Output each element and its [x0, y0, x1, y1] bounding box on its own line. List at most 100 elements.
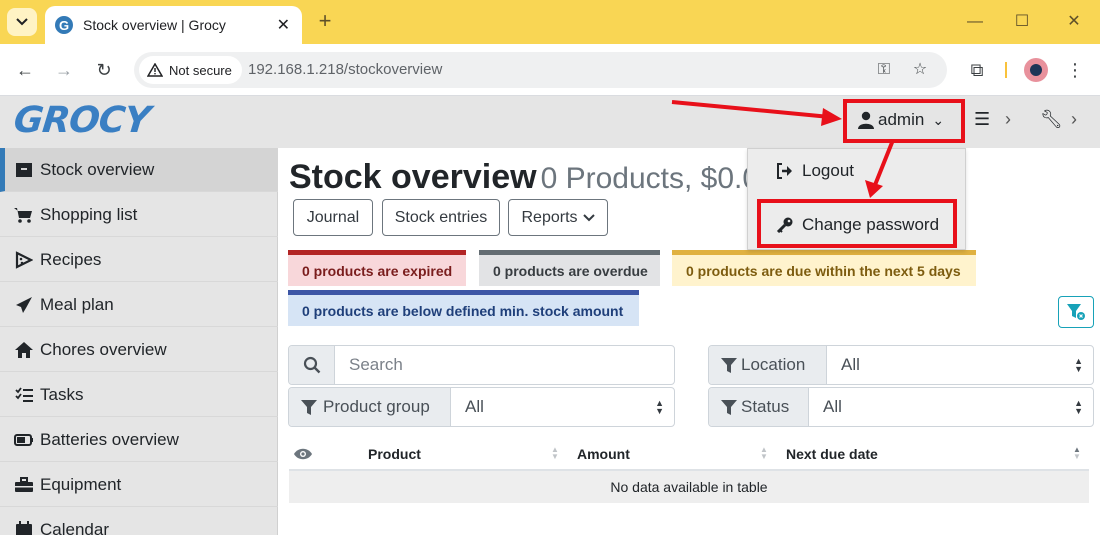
sidebar-item-shopping-list[interactable]: Shopping list [0, 193, 278, 237]
minimize-icon[interactable]: — [965, 12, 985, 32]
sidebar-item-recipes[interactable]: Recipes [0, 238, 278, 282]
battery-icon [14, 431, 34, 449]
kebab-menu-icon[interactable]: ⋮ [1063, 58, 1087, 82]
filter-icon [721, 399, 737, 415]
column-header-amount[interactable]: Amount [577, 436, 630, 471]
main-content: Stock overview 0 Products, $0.0 Journal S… [279, 148, 1100, 535]
back-arrow-icon[interactable]: ← [13, 58, 37, 82]
sidebar-item-tasks[interactable]: Tasks [0, 373, 278, 417]
column-header-product[interactable]: Product [368, 436, 421, 471]
calendar-icon [14, 520, 34, 535]
profile-avatar[interactable] [1024, 58, 1048, 82]
sidebar-item-stock-overview[interactable]: Stock overview [0, 148, 278, 192]
sort-icon: ▲ ▼ [760, 445, 768, 461]
maximize-icon[interactable]: ☐ [1012, 12, 1032, 32]
expired-notice[interactable]: 0 products are expired [288, 250, 466, 286]
window-close-icon[interactable]: ✕ [1064, 12, 1084, 32]
column-header-next-due-date[interactable]: Next due date [786, 436, 878, 471]
select-arrows-icon: ▲ ▼ [1074, 398, 1083, 416]
box-icon [14, 161, 34, 179]
browser-tab[interactable]: G Stock overview | Grocy ✕ [45, 6, 302, 44]
location-filter-label: Location [709, 346, 827, 384]
sidebar-item-label: Batteries overview [40, 429, 179, 449]
page-subtitle: 0 Products, $0.0 [540, 162, 760, 195]
sidebar-item-meal-plan[interactable]: Meal plan [0, 283, 278, 327]
product-group-label: Product group [323, 397, 430, 416]
wrench-icon[interactable]: 🔧︎ [1040, 109, 1063, 130]
toolbox-icon [14, 476, 34, 494]
sidebar-item-label: Meal plan [40, 294, 114, 314]
sidebar-item-label: Calendar [40, 519, 109, 535]
logout-menu-item[interactable]: Logout [748, 149, 967, 193]
logout-icon [777, 163, 792, 179]
change-password-highlight-box [757, 199, 957, 248]
url-text[interactable]: 192.168.1.218/stockoverview [248, 61, 442, 78]
sliders-settings-icon[interactable]: ☰ [974, 109, 990, 130]
browser-toolbar: ← → ↻ Not secure 192.168.1.218/stockover… [0, 44, 1100, 96]
password-key-icon[interactable]: ⚿ [874, 60, 894, 80]
search-input[interactable]: Search [335, 346, 674, 384]
sidebar-item-batteries-overview[interactable]: Batteries overview [0, 418, 278, 462]
address-bar[interactable]: Not secure 192.168.1.218/stockoverview ⚿… [134, 52, 947, 88]
journal-button[interactable]: Journal [293, 199, 373, 236]
sidebar-item-label: Tasks [40, 384, 84, 404]
sidebar-item-calendar[interactable]: Calendar [0, 508, 278, 535]
chevron-down-icon [582, 213, 595, 221]
below-min-stock-notice[interactable]: 0 products are below defined min. stock … [288, 290, 639, 326]
select-arrows-icon: ▲ ▼ [655, 398, 664, 416]
due-soon-notice[interactable]: 0 products are due within the next 5 day… [672, 250, 976, 286]
security-chip[interactable]: Not secure [139, 56, 242, 84]
product-group-filter-label: Product group [289, 388, 451, 426]
status-label: Status [741, 397, 790, 416]
new-tab-plus-icon[interactable]: + [313, 10, 337, 34]
sidebar-item-label: Stock overview [40, 159, 155, 179]
status-select[interactable]: All ▲ ▼ [809, 388, 1093, 426]
location-select[interactable]: All ▲ ▼ [827, 346, 1093, 384]
tab-search-button[interactable] [7, 8, 37, 36]
cart-icon [14, 206, 34, 224]
column-visibility-eye-icon[interactable] [293, 436, 313, 471]
extensions-puzzle-icon[interactable]: ⧉ [965, 58, 989, 82]
status-select-value: All [823, 397, 842, 416]
filter-icon [721, 357, 737, 373]
paper-plane-icon [14, 296, 34, 314]
filter-clear-icon [1067, 304, 1085, 320]
search-group: Search [288, 345, 675, 385]
stock-entries-button[interactable]: Stock entries [382, 199, 500, 236]
reports-dropdown-button[interactable]: Reports [508, 199, 608, 236]
status-filter-label: Status [709, 388, 809, 426]
page-title-text: Stock overview [289, 158, 537, 196]
table-empty-message: No data available in table [289, 471, 1089, 503]
stock-table-header: Product ▲ ▼ Amount ▲ ▼ Next due date ▲ ▼ [289, 436, 1089, 471]
sidebar-item-label: Recipes [40, 249, 102, 269]
reports-label: Reports [521, 208, 578, 226]
chevron-down-icon [16, 18, 28, 26]
forward-arrow-icon[interactable]: → [52, 58, 76, 82]
sidebar-nav: Stock overview Shopping list Recipes Mea… [0, 148, 278, 535]
chevron-right-icon[interactable]: › [1071, 109, 1077, 130]
grocy-favicon-icon: G [55, 16, 73, 34]
location-select-value: All [841, 355, 860, 374]
pizza-icon [14, 250, 34, 269]
bookmark-star-icon[interactable]: ☆ [910, 60, 930, 80]
close-icon[interactable]: ✕ [277, 15, 290, 35]
product-group-select[interactable]: All ▲ ▼ [451, 388, 674, 426]
overdue-notice[interactable]: 0 products are overdue [479, 250, 660, 286]
page-title: Stock overview 0 Products, $0.0 [289, 158, 759, 197]
warning-triangle-icon [147, 63, 163, 77]
chevron-right-icon[interactable]: › [1005, 109, 1011, 130]
sidebar-item-label: Chores overview [40, 339, 167, 359]
grocy-logo[interactable]: GROCY [12, 100, 152, 141]
clear-filter-button[interactable] [1058, 296, 1094, 328]
search-icon [289, 346, 335, 384]
reload-icon[interactable]: ↻ [92, 58, 116, 82]
admin-menu-highlight-box [843, 99, 965, 143]
logout-label: Logout [802, 161, 854, 180]
security-label: Not secure [169, 62, 232, 78]
product-group-filter-group: Product group All ▲ ▼ [288, 387, 675, 427]
product-group-select-value: All [465, 397, 484, 416]
toolbar-divider [1005, 62, 1007, 78]
sidebar-item-equipment[interactable]: Equipment [0, 463, 278, 507]
home-icon [14, 341, 34, 359]
sidebar-item-chores-overview[interactable]: Chores overview [0, 328, 278, 372]
